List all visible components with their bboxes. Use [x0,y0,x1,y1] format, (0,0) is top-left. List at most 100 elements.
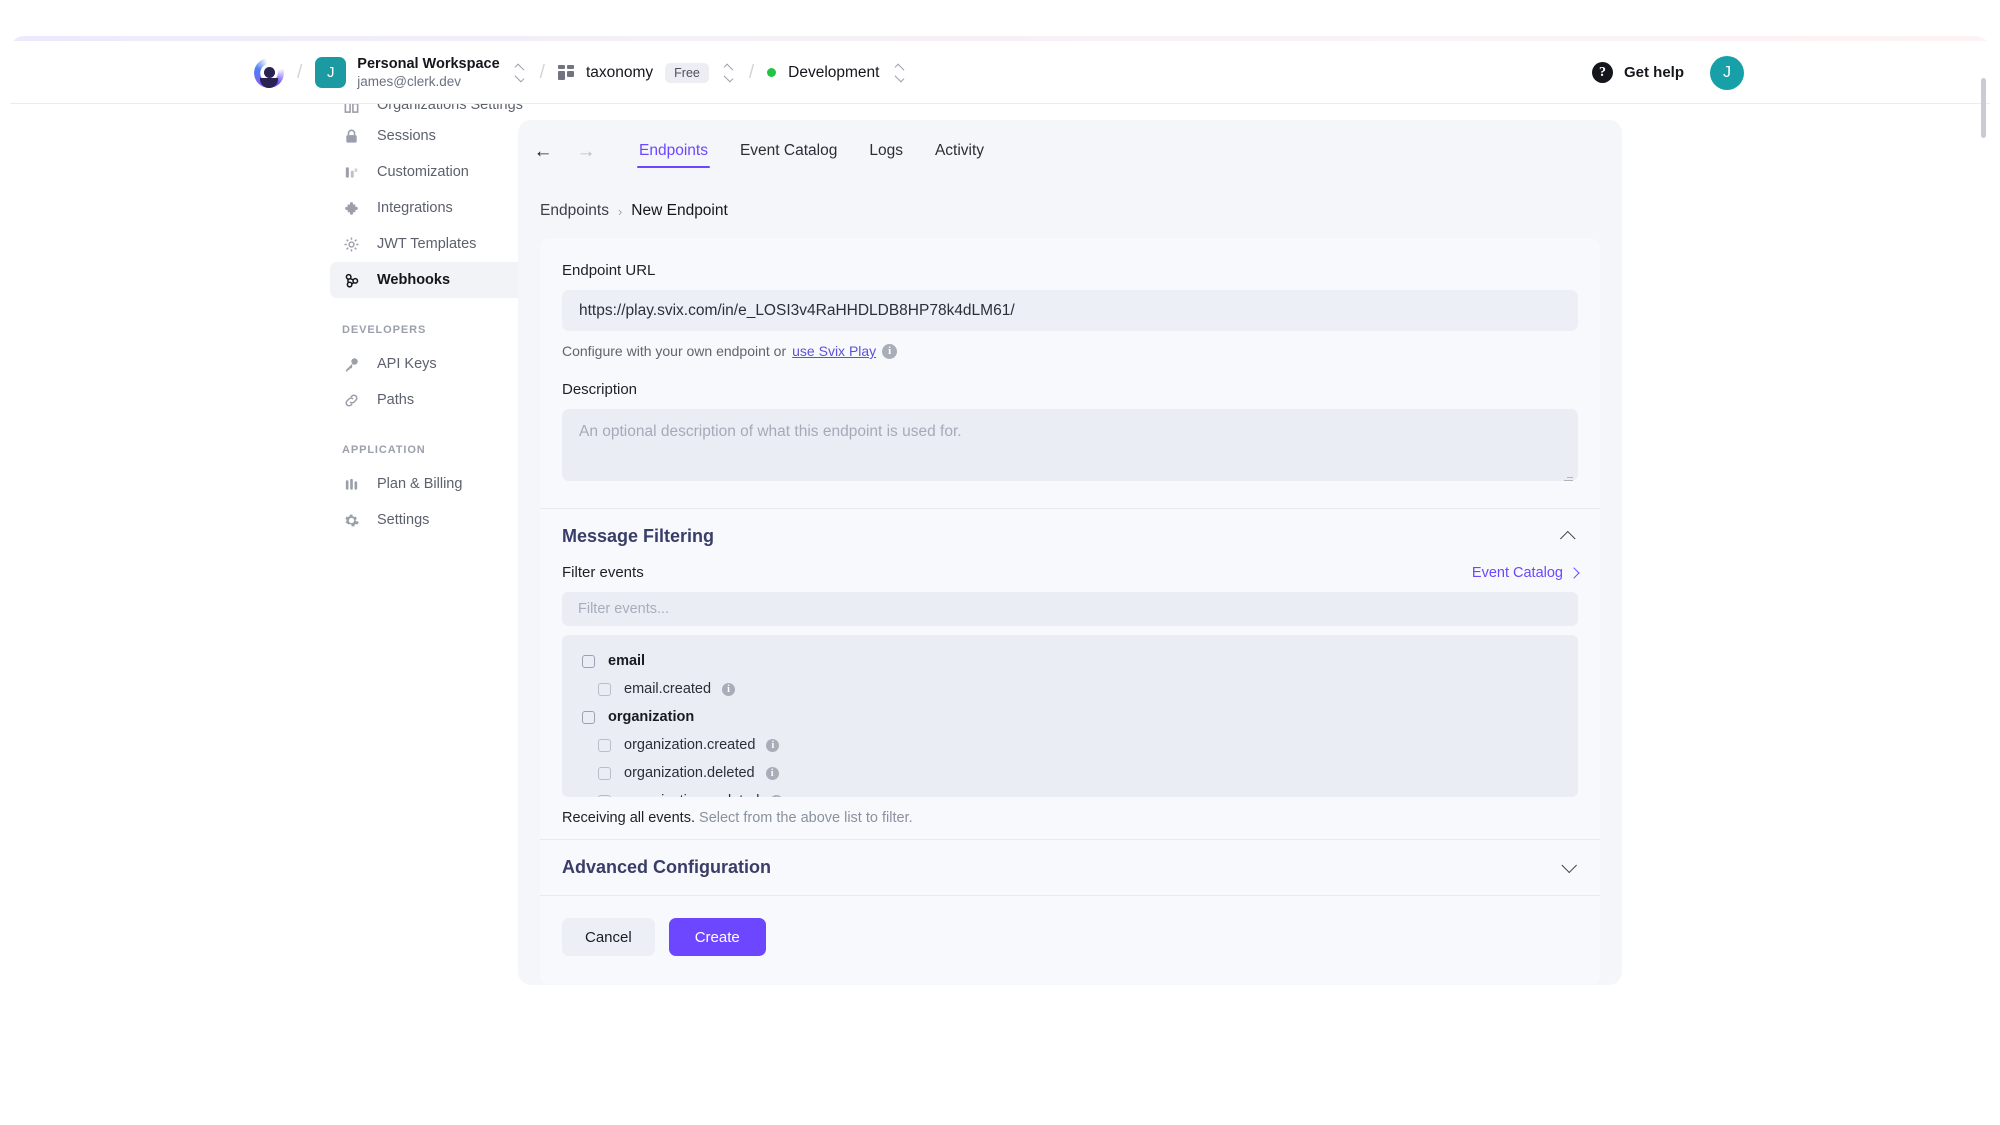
checkbox[interactable] [598,766,611,780]
info-icon[interactable]: i [722,682,736,696]
info-icon[interactable]: i [766,738,780,752]
event-catalog-link-label: Event Catalog [1471,564,1563,581]
chevron-down-icon[interactable] [1561,857,1577,874]
tab-logs[interactable]: Logs [853,120,919,182]
tab-endpoints[interactable]: Endpoints [623,120,724,182]
event-checkbox-list[interactable]: email email.created i organization organ… [562,635,1578,797]
checkbox[interactable] [582,710,595,724]
question-mark-icon: ? [1591,62,1613,83]
info-icon[interactable]: i [770,794,784,797]
endpoint-url-help: Configure with your own endpoint or use … [562,343,1578,359]
filter-status-strong: Receiving all events. [562,810,695,826]
endpoint-url-label: Endpoint URL [562,262,656,279]
sidebar-item-label: API Keys [377,356,437,372]
event-label: organization.created [624,737,756,753]
top-header-bar: / J Personal Workspace james@clerk.dev / [10,36,1990,104]
environment-chevron-updown-icon[interactable] [892,63,906,82]
event-item-email-created[interactable]: email.created i [562,675,1578,703]
filter-status-muted: Select from the above list to filter. [699,810,913,826]
checkbox[interactable] [598,794,611,797]
event-label: email [608,653,646,669]
info-icon[interactable]: i [882,343,898,359]
lock-icon [342,127,361,146]
content-card: ← → Endpoints Event Catalog Logs Activit… [518,120,1622,985]
sidebar-item-organizations-settings-clipped[interactable]: Organizations Settings [330,104,570,118]
body-area: Organizations Settings Sessions Customiz… [10,104,1990,1086]
bars-icon [342,475,361,494]
breadcrumb-parent[interactable]: Endpoints [540,202,609,220]
link-icon [342,391,361,410]
environment-status-dot [767,68,777,77]
workspace-email: james@clerk.dev [357,73,462,89]
info-icon[interactable]: i [765,766,779,780]
event-item-organization-updated[interactable]: organization.updated i [562,787,1578,797]
tab-activity[interactable]: Activity [919,120,1000,182]
workspace-name: Personal Workspace [357,55,500,72]
filter-events-input[interactable] [562,592,1578,626]
tab-event-catalog[interactable]: Event Catalog [724,120,853,182]
application-chevron-updown-icon[interactable] [722,63,736,82]
clerk-logo-dot [263,66,275,78]
checkbox[interactable] [582,654,595,668]
get-help-button[interactable]: ? Get help [1591,62,1684,83]
breadcrumb-current: New Endpoint [631,202,728,219]
filter-status-text: Receiving all events. Select from the ab… [562,810,1578,826]
sidebar-item-label: Organizations Settings [377,104,523,113]
gear-icon [342,511,361,530]
arrow-left-icon[interactable]: ← [532,140,554,162]
checkbox[interactable] [598,738,611,752]
window-bottom-strip [0,1086,2000,1125]
vertical-scrollbar[interactable] [1981,78,1986,138]
sidebar-item-label: Settings [377,512,430,528]
divider-below-advanced-configuration [540,895,1600,896]
arrow-right-icon[interactable]: → [575,140,597,162]
event-group-email[interactable]: email [562,647,1578,675]
sidebar-item-label: Paths [377,392,415,408]
building-icon [342,104,361,115]
message-filtering-header[interactable]: Message Filtering [562,509,1578,564]
chevron-right-icon [1568,566,1580,579]
filter-events-label: Filter events [562,564,644,581]
tab-bar: ← → Endpoints Event Catalog Logs Activit… [518,120,1622,182]
new-endpoint-form: Endpoint URL Configure with your own end… [540,238,1600,985]
puzzle-icon [342,199,361,218]
chevron-up-icon[interactable] [1560,530,1576,547]
description-label: Description [562,381,638,398]
advanced-configuration-header[interactable]: Advanced Configuration [562,840,1578,895]
sidebar-item-label: Customization [377,164,469,180]
form-actions: Cancel Create [562,918,1578,956]
clerk-logo-icon[interactable] [254,57,284,88]
environment-name: Development [788,63,880,81]
breadcrumb: Endpoints › New Endpoint [540,202,728,220]
sidebar-item-label: Sessions [377,128,436,144]
message-filtering-body: Filter events Event Catalog email [562,564,1580,826]
event-label: email.created [624,681,712,697]
endpoint-url-input[interactable] [562,290,1578,331]
header-separator-2: / [539,61,545,83]
endpoint-url-help-text: Configure with your own endpoint or [562,343,787,359]
use-svix-play-link[interactable]: use Svix Play [792,343,876,359]
event-item-organization-created[interactable]: organization.created i [562,731,1578,759]
sliders-icon [342,163,361,182]
sparkle-icon [342,235,361,254]
event-item-organization-deleted[interactable]: organization.deleted i [562,759,1578,787]
workspace-switcher[interactable]: J Personal Workspace james@clerk.dev [315,55,526,91]
application-name: taxonomy [585,63,654,81]
sidebar-item-label: JWT Templates [377,236,477,252]
workspace-chevron-updown-icon[interactable] [513,63,527,82]
event-catalog-link[interactable]: Event Catalog [1471,564,1580,581]
checkbox[interactable] [598,682,611,696]
plan-badge: Free [665,62,709,83]
event-label: organization.deleted [624,765,755,781]
header-separator-1: / [297,61,303,83]
cancel-button[interactable]: Cancel [562,918,655,956]
event-group-organization[interactable]: organization [562,703,1578,731]
application-switcher[interactable]: taxonomy Free [557,62,736,83]
user-avatar[interactable]: J [1710,55,1744,90]
advanced-configuration-title: Advanced Configuration [562,857,772,877]
create-button[interactable]: Create [668,918,766,956]
sidebar-item-label: Webhooks [377,272,451,288]
description-textarea[interactable] [562,409,1578,481]
app-window: / J Personal Workspace james@clerk.dev / [10,36,1990,1086]
environment-switcher[interactable]: Development [767,63,906,82]
